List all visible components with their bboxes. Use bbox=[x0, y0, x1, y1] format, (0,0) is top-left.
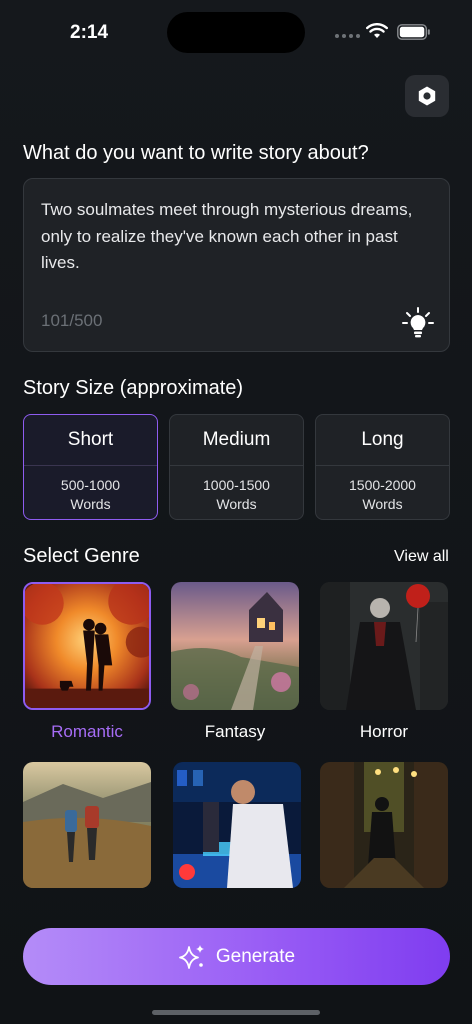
home-indicator bbox=[152, 1010, 320, 1015]
genre-fantasy[interactable]: Fantasy bbox=[171, 582, 299, 742]
size-option-unit: Words bbox=[70, 496, 111, 512]
genre-scifi-image[interactable] bbox=[173, 762, 301, 888]
size-option-title: Medium bbox=[170, 415, 303, 466]
generate-label: Generate bbox=[215, 945, 296, 967]
lightbulb-icon[interactable] bbox=[402, 307, 434, 339]
status-time: 2:14 bbox=[70, 22, 109, 43]
view-all-link[interactable]: View all bbox=[394, 548, 449, 566]
signal-icon bbox=[335, 34, 360, 38]
story-size-label: Story Size (approximate) bbox=[23, 377, 244, 399]
genre-horror[interactable]: Horror bbox=[320, 582, 448, 742]
genre-name: Fantasy bbox=[204, 722, 266, 741]
size-option-range: 1500-2000 bbox=[349, 477, 416, 493]
sparkles-icon bbox=[178, 944, 204, 969]
genre-mystery-image[interactable] bbox=[320, 762, 448, 888]
size-option-range: 1000-1500 bbox=[203, 477, 270, 493]
genre-name: Romantic bbox=[51, 722, 123, 741]
wifi-icon bbox=[366, 23, 388, 38]
genre-image-horror bbox=[320, 582, 448, 710]
prompt-label: What do you want to write story about? bbox=[23, 142, 369, 164]
genre-image-science bbox=[173, 762, 301, 888]
size-option-medium[interactable]: Medium 1000-1500 Words bbox=[169, 414, 304, 520]
generate-button[interactable]: Generate bbox=[23, 928, 450, 985]
status-bar: 2:14 bbox=[0, 0, 472, 60]
size-option-title: Short bbox=[24, 415, 157, 466]
size-option-range: 500-1000 bbox=[60, 477, 121, 493]
battery-icon bbox=[397, 24, 430, 40]
character-count: 101/500 bbox=[41, 311, 103, 330]
size-option-short[interactable]: Short 500-1000 Words bbox=[23, 414, 158, 520]
genre-name: Horror bbox=[359, 722, 409, 741]
genre-image-mystery bbox=[320, 762, 448, 888]
story-prompt-input[interactable]: Two soulmates meet through mysterious dr… bbox=[23, 178, 450, 352]
settings-icon bbox=[418, 86, 436, 106]
genre-adventure-image[interactable] bbox=[23, 762, 151, 888]
select-genre-label: Select Genre bbox=[23, 545, 140, 567]
settings-button[interactable] bbox=[405, 75, 449, 117]
size-option-unit: Words bbox=[216, 496, 257, 512]
size-option-long[interactable]: Long 1500-2000 Words bbox=[315, 414, 450, 520]
genre-image-fantasy bbox=[171, 582, 299, 710]
size-option-title: Long bbox=[316, 415, 449, 466]
dynamic-island bbox=[167, 12, 305, 53]
genre-romantic[interactable]: Romantic bbox=[23, 582, 151, 742]
genre-image-adventure bbox=[23, 762, 151, 888]
size-option-unit: Words bbox=[362, 496, 403, 512]
story-prompt-text[interactable]: Two soulmates meet through mysterious dr… bbox=[41, 197, 431, 277]
genre-image-romantic bbox=[23, 582, 151, 710]
